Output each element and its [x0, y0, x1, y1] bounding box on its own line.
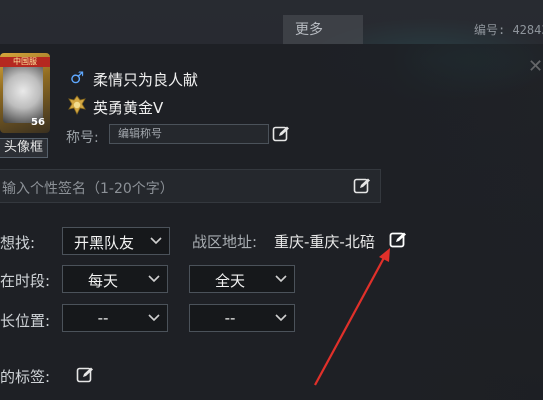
- rank-text: 英勇黄金Ⅴ: [93, 99, 164, 117]
- avatar-image: [3, 65, 43, 123]
- looking-for-dropdown[interactable]: 开黑队友: [62, 227, 170, 255]
- player-id: 编号: 42843: [474, 23, 543, 37]
- position-value-1: --: [97, 309, 109, 327]
- chevron-down-icon: [147, 272, 161, 286]
- annotation-arrow: [300, 240, 410, 390]
- position-value-2: --: [224, 309, 236, 327]
- position-dropdown-1[interactable]: --: [62, 304, 168, 332]
- chevron-down-icon: [274, 272, 288, 286]
- avatar-level: 56: [31, 117, 45, 128]
- avatar-frame-button[interactable]: 头像框: [0, 138, 48, 158]
- zone-label: 战区地址:: [192, 233, 258, 251]
- edit-icon[interactable]: [76, 366, 94, 384]
- online-time-dropdown[interactable]: 全天: [189, 265, 295, 293]
- position-dropdown-2[interactable]: --: [189, 304, 295, 332]
- avatar-banner: 中国服: [0, 57, 50, 67]
- edit-icon[interactable]: [272, 125, 290, 143]
- edit-icon[interactable]: [353, 177, 371, 195]
- tags-label: 的标签:: [0, 368, 51, 386]
- chevron-down-icon: [147, 311, 161, 325]
- looking-for-label: 想找:: [0, 234, 36, 252]
- position-label: 长位置:: [0, 312, 51, 330]
- title-input[interactable]: 编辑称号: [109, 124, 269, 144]
- online-time-value: 全天: [214, 272, 245, 290]
- title-label: 称号:: [66, 130, 99, 146]
- online-time-label: 在时段:: [0, 272, 51, 290]
- online-day-value: 每天: [87, 272, 118, 290]
- signature-input[interactable]: 输入个性签名（1-20个字）: [0, 169, 381, 203]
- more-tab[interactable]: 更多: [283, 15, 363, 45]
- looking-for-value: 开黑队友: [73, 234, 134, 252]
- rank-badge-icon: [67, 95, 87, 115]
- chevron-down-icon: [274, 311, 288, 325]
- chevron-down-icon: [149, 234, 163, 248]
- online-day-dropdown[interactable]: 每天: [62, 265, 168, 293]
- top-bar: [0, 0, 543, 44]
- signature-placeholder: 输入个性签名（1-20个字）: [2, 181, 174, 197]
- nickname: 柔情只为良人献: [93, 71, 199, 89]
- male-gender-icon: ♂: [70, 68, 85, 87]
- avatar[interactable]: 中国服 56: [0, 53, 50, 145]
